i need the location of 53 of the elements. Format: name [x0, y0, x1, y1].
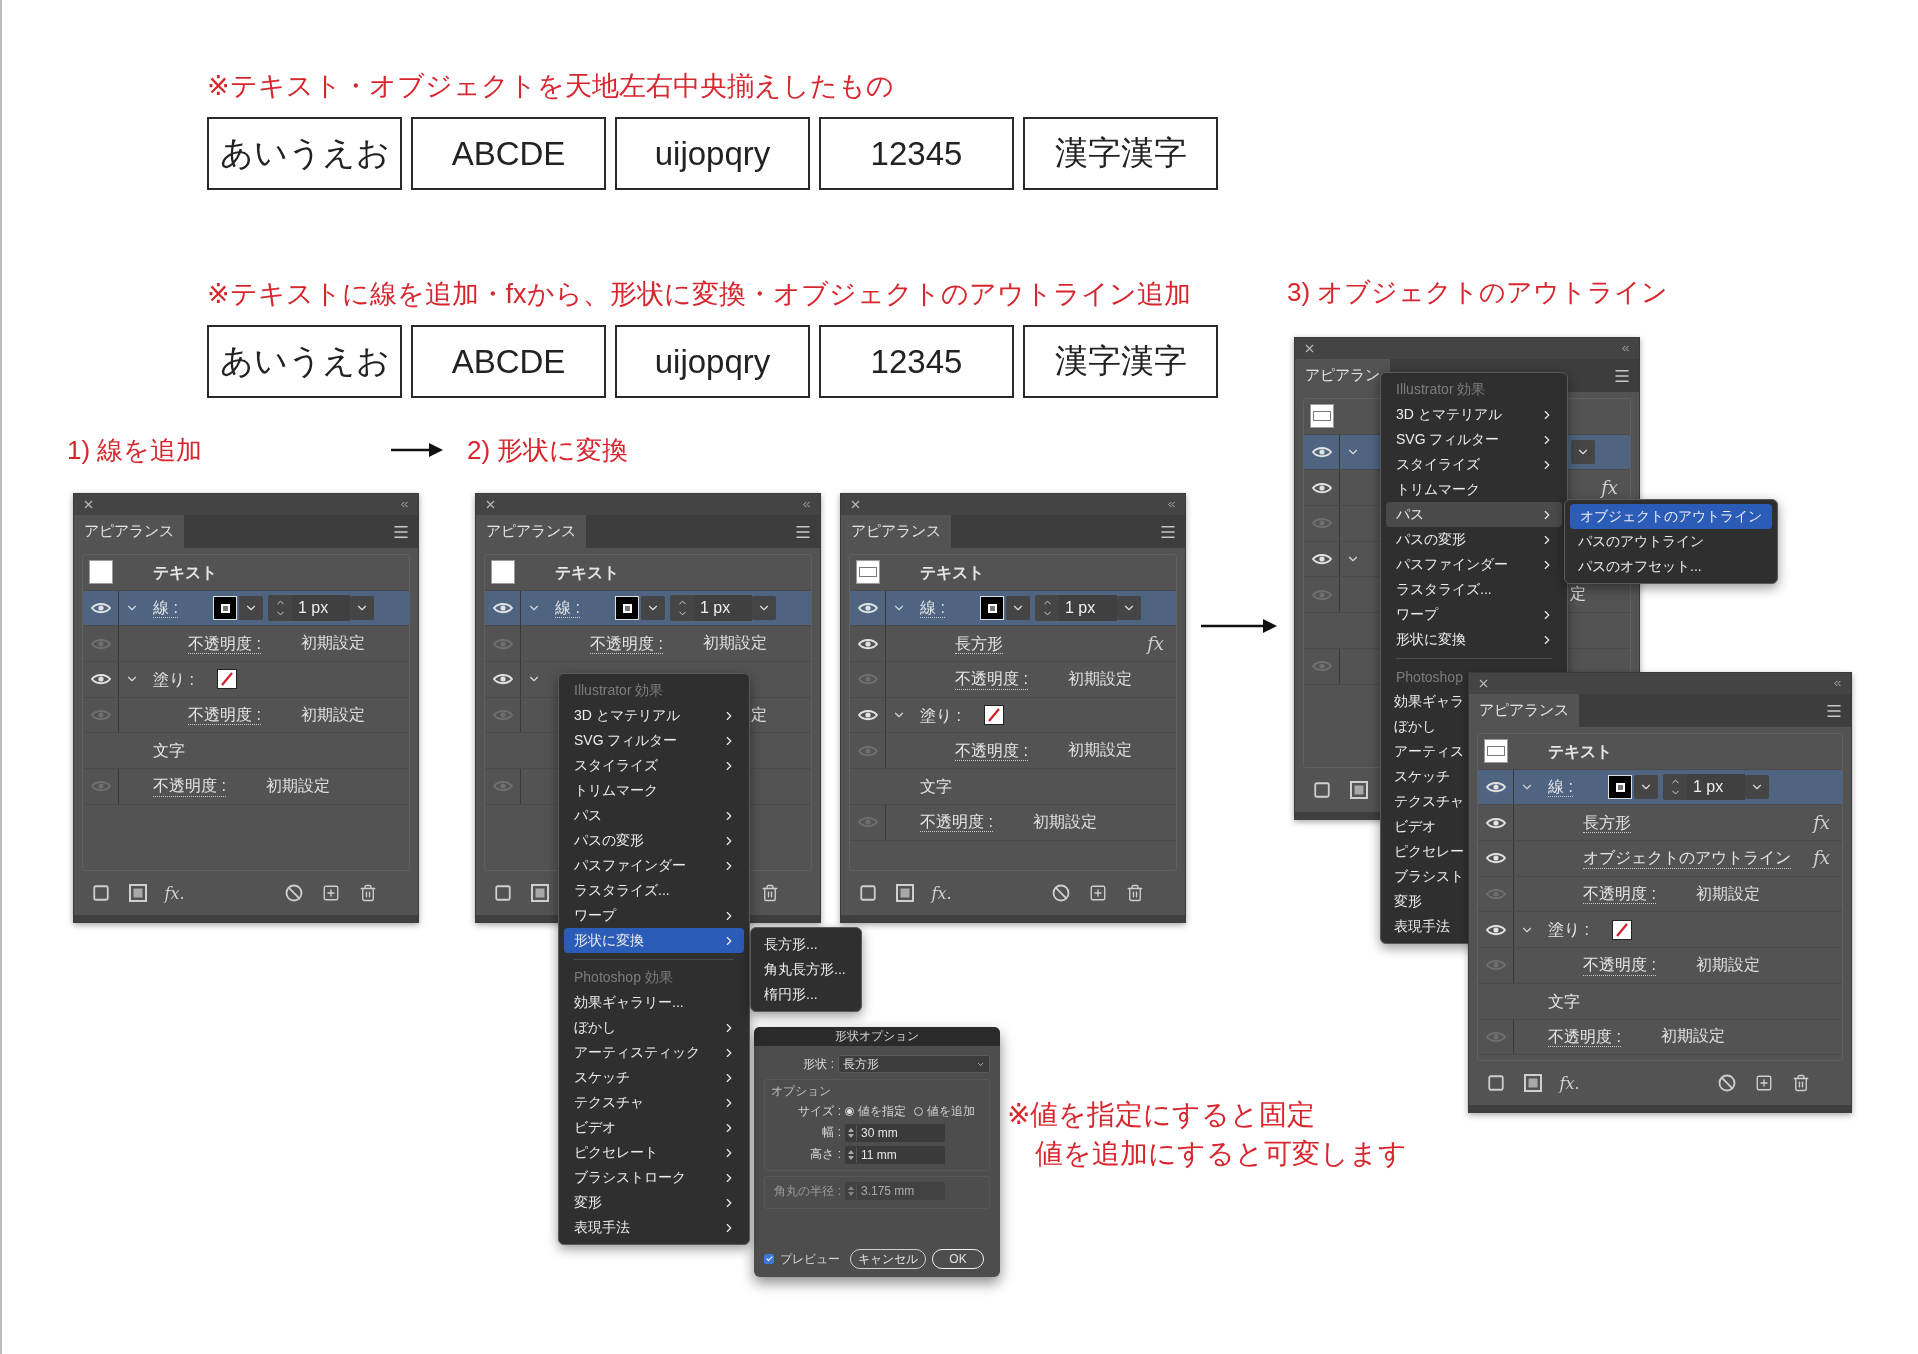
characters-label: 文字 [920, 776, 952, 797]
menu-heading: Photoshop [1395, 667, 1464, 687]
characters-label: 文字 [1548, 991, 1580, 1011]
attribute-label: 塗り : [1548, 920, 1589, 940]
sample-text-box: 漢字漢字 [1023, 325, 1218, 398]
attribute-label: 塗り : [920, 705, 961, 725]
field-label: 角丸の半径 : [773, 1182, 841, 1200]
caption: ※テキスト・オブジェクトを天地左右中央揃えしたもの [207, 70, 894, 103]
attribute-value: 初期設定 [1695, 954, 1760, 975]
sample-text-box: あいうえお [207, 117, 402, 190]
attribute-label: 塗り : [153, 669, 194, 689]
characters-label: 文字 [153, 741, 185, 761]
radio-label: 値を指定 [858, 1103, 906, 1120]
attribute-value: 定 [1569, 584, 1586, 605]
menu-heading: Illustrator 効果 [1395, 379, 1487, 399]
sample-text-box: uijopqry [615, 325, 810, 398]
radio-label: 値を追加 [927, 1103, 975, 1120]
object-label: テキスト [920, 562, 984, 582]
note-text: ※値を指定にすると固定 値を追加にすると可変します [1007, 1098, 1407, 1171]
object-label: テキスト [153, 562, 217, 582]
field-label: 幅 : [821, 1124, 841, 1141]
step-heading: 3) オブジェクトのアウトライン [1287, 276, 1669, 309]
field-label: 高さ : [809, 1146, 841, 1163]
sample-text-box: ABCDE [411, 117, 606, 190]
field-label: 形状 : [802, 1055, 834, 1073]
checkbox-label: プレビュー [780, 1250, 840, 1268]
sample-text-box: ABCDE [411, 325, 606, 398]
attribute-value: 初期設定 [1067, 668, 1132, 689]
sample-text-box: 12345 [819, 325, 1014, 398]
sample-text-box: 漢字漢字 [1023, 117, 1218, 190]
menu-heading: Photoshop 効果 [573, 967, 674, 987]
sample-text-box: uijopqry [615, 117, 810, 190]
sample-text-box: あいうえお [207, 325, 402, 398]
step-heading: 2) 形状に変換 [467, 434, 629, 467]
attribute-value: 初期設定 [265, 775, 330, 796]
attribute-value: 初期設定 [300, 704, 365, 725]
menu-heading: Illustrator 効果 [573, 680, 665, 700]
attribute-value: 初期設定 [1695, 883, 1760, 904]
dialog-title-bar: 形状オプション [754, 1027, 1000, 1046]
attribute-value: 初期設定 [300, 633, 365, 654]
number-field: 3.175 mm [845, 1182, 945, 1200]
object-label: テキスト [555, 562, 619, 582]
attribute-value: 初期設定 [1660, 1026, 1725, 1047]
group-title: オプション [771, 1083, 832, 1100]
step-heading: 1) 線を追加 [67, 434, 203, 467]
sample-text-box: 12345 [819, 117, 1014, 190]
attribute-value: 定 [750, 704, 767, 725]
attribute-value: 初期設定 [702, 633, 767, 654]
field-label: サイズ : [797, 1103, 841, 1120]
caption: ※テキストに線を追加・fxから、形状に変換・オブジェクトのアウトライン追加 [207, 278, 1191, 311]
attribute-value: 初期設定 [1067, 740, 1132, 761]
attribute-value: 初期設定 [1032, 811, 1097, 832]
object-label: テキスト [1548, 741, 1612, 761]
